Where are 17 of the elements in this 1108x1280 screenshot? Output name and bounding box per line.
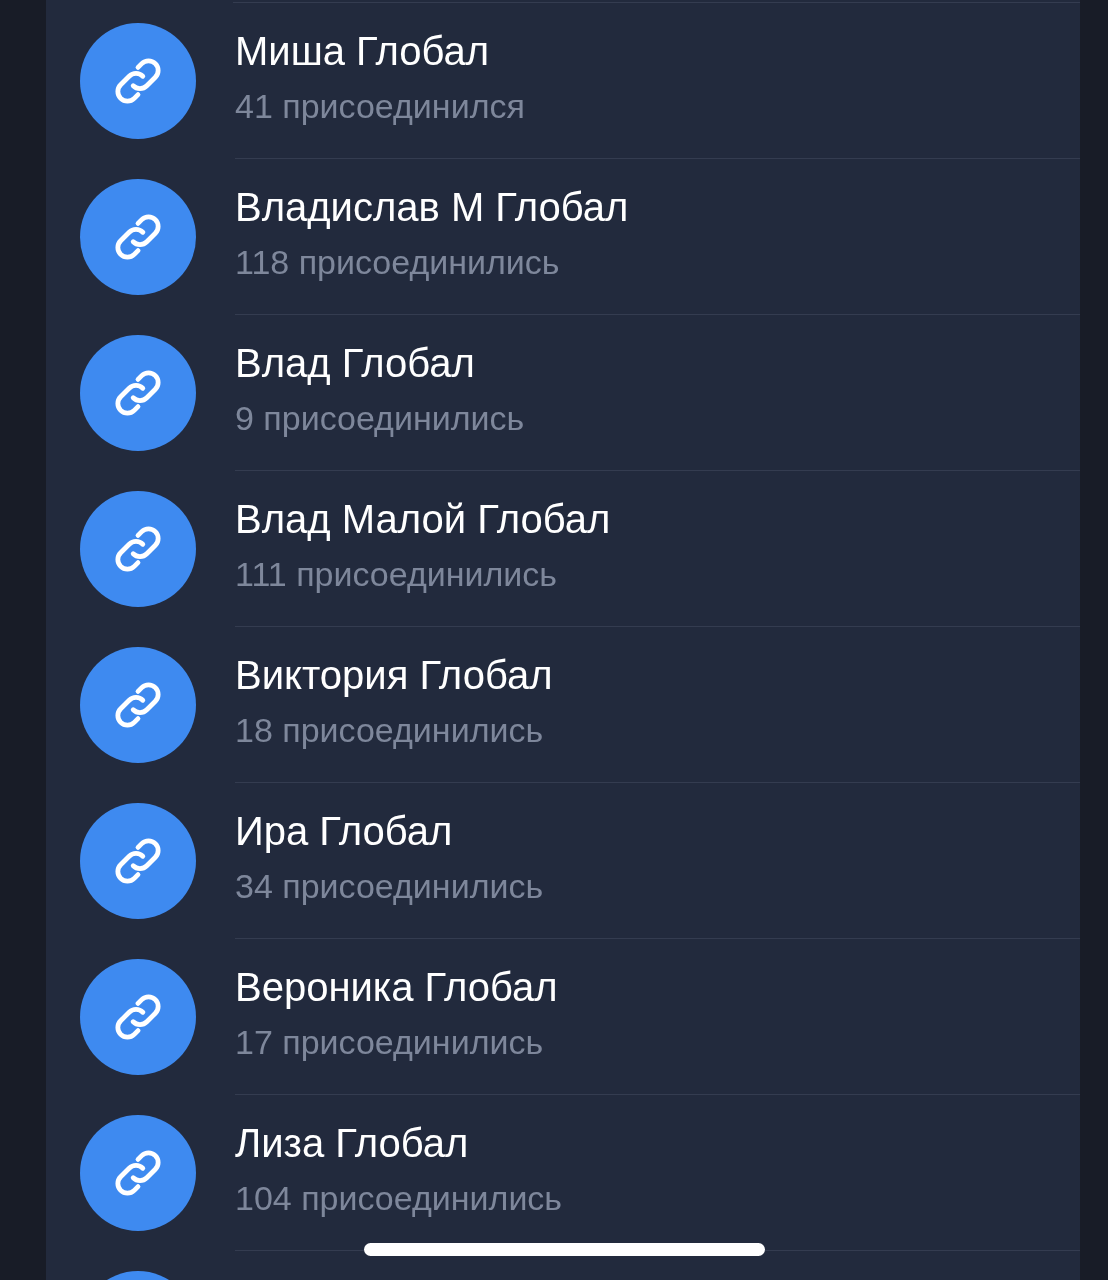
joined-count: 118 присоединились — [235, 242, 561, 283]
link-name[interactable]: Вероника Глобал — [235, 963, 1080, 1011]
link-name[interactable]: Лиза Глобал — [235, 1119, 1080, 1167]
link-name[interactable]: Виктория Глобал — [235, 651, 1080, 699]
joined-count: 111 присоединились — [235, 554, 559, 595]
home-indicator[interactable] — [364, 1243, 765, 1256]
link-name[interactable]: Влад Глобал — [235, 339, 1080, 387]
link-name[interactable]: Ира Глобал — [235, 807, 1080, 855]
link-name[interactable]: Влад Малой Глобал — [235, 495, 1080, 543]
joined-count: 41 присоединился — [235, 86, 526, 127]
joined-count: 18 присоединились — [235, 710, 545, 751]
link-name[interactable]: Владислав М Глобал — [235, 183, 1080, 231]
joined-count: 34 присоединились — [235, 866, 545, 907]
joined-count: 104 присоединились — [235, 1178, 564, 1219]
joined-count: 17 присоединились — [235, 1022, 545, 1063]
link-name[interactable]: Миша Глобал — [235, 27, 1080, 75]
joined-count: 9 присоединились — [235, 398, 526, 439]
